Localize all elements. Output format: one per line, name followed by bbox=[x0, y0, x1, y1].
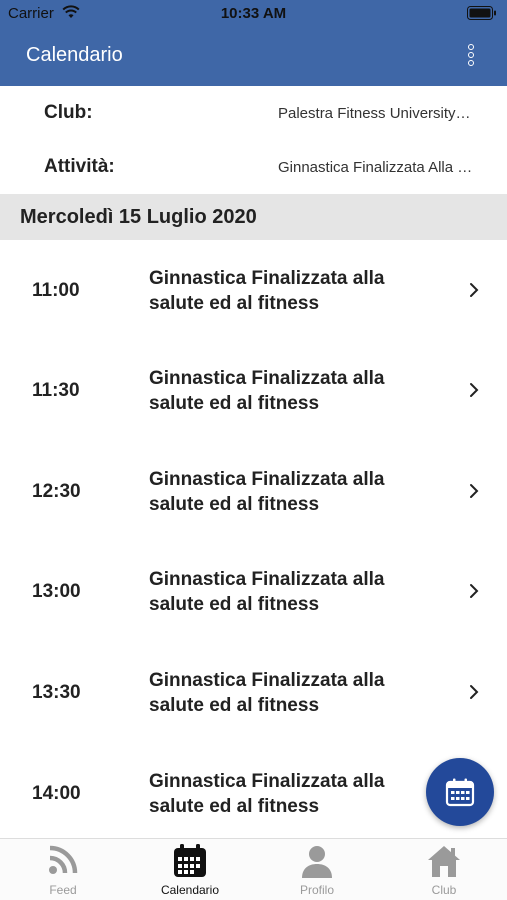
tab-calendario[interactable]: Calendario bbox=[127, 839, 253, 900]
session-title: Ginnastica Finalizzata alla salute ed al… bbox=[149, 368, 385, 414]
club-label: Club: bbox=[44, 102, 93, 123]
activity-label: Attività: bbox=[44, 156, 115, 177]
calendar-icon bbox=[127, 844, 253, 883]
session-row[interactable]: 11:30 Ginnastica Finalizzata alla salute… bbox=[0, 340, 507, 440]
tab-profilo[interactable]: Profilo bbox=[254, 839, 380, 900]
more-options-dot bbox=[468, 44, 474, 50]
date-header: Mercoledì 15 Luglio 2020 bbox=[0, 194, 507, 240]
more-options-button[interactable] bbox=[465, 42, 477, 72]
battery-icon bbox=[467, 6, 497, 25]
session-row[interactable]: 11:00 Ginnastica Finalizzata alla salute… bbox=[0, 240, 507, 340]
club-value[interactable]: Palestra Fitness University… bbox=[278, 105, 487, 122]
calendar-icon bbox=[445, 778, 475, 807]
more-options-dot bbox=[468, 52, 474, 58]
session-row[interactable]: 13:00 Ginnastica Finalizzata alla salute… bbox=[0, 541, 507, 641]
chevron-right-icon bbox=[469, 684, 479, 705]
date-label: Mercoledì 15 Luglio 2020 bbox=[20, 206, 257, 228]
chevron-right-icon bbox=[469, 583, 479, 604]
session-time: 14:00 bbox=[32, 783, 81, 804]
club-filter[interactable]: Club: Palestra Fitness University… bbox=[0, 86, 507, 140]
app-bar: Calendario bbox=[0, 28, 507, 86]
activity-filter[interactable]: Attività: Ginnastica Finalizzata Alla … bbox=[0, 140, 507, 194]
page-title: Calendario bbox=[26, 44, 123, 66]
clock: 10:33 AM bbox=[220, 5, 287, 22]
tab-club[interactable]: Club bbox=[381, 839, 507, 900]
session-title: Ginnastica Finalizzata alla salute ed al… bbox=[149, 771, 385, 817]
session-time: 13:00 bbox=[32, 581, 81, 602]
activity-value[interactable]: Ginnastica Finalizzata Alla … bbox=[278, 159, 487, 176]
tab-feed[interactable]: Feed bbox=[0, 839, 126, 900]
session-time: 13:30 bbox=[32, 682, 81, 703]
session-time: 12:30 bbox=[32, 481, 81, 502]
session-list[interactable]: 11:00 Ginnastica Finalizzata alla salute… bbox=[0, 240, 507, 838]
chevron-right-icon bbox=[469, 282, 479, 303]
chevron-right-icon bbox=[469, 483, 479, 504]
session-time: 11:00 bbox=[32, 280, 80, 301]
session-row[interactable]: 12:30 Ginnastica Finalizzata alla salute… bbox=[0, 441, 507, 541]
calendar-fab-button[interactable] bbox=[426, 758, 494, 826]
more-options-dot bbox=[468, 60, 474, 66]
session-title: Ginnastica Finalizzata alla salute ed al… bbox=[149, 268, 385, 314]
chevron-right-icon bbox=[469, 382, 479, 403]
home-icon bbox=[381, 844, 507, 883]
session-title: Ginnastica Finalizzata alla salute ed al… bbox=[149, 670, 385, 716]
session-row[interactable]: 13:30 Ginnastica Finalizzata alla salute… bbox=[0, 642, 507, 742]
status-bar: Carrier 10:33 AM bbox=[0, 0, 507, 28]
tab-profilo-label: Profilo bbox=[299, 883, 334, 897]
profile-icon bbox=[254, 844, 380, 883]
tab-calendario-label: Calendario bbox=[160, 883, 220, 897]
session-time: 11:30 bbox=[32, 380, 80, 401]
feed-icon bbox=[0, 844, 126, 881]
tab-bar: Feed Calendario Profilo Club bbox=[0, 838, 507, 900]
tab-club-label: Club bbox=[431, 883, 457, 897]
session-title: Ginnastica Finalizzata alla salute ed al… bbox=[149, 569, 385, 615]
session-title: Ginnastica Finalizzata alla salute ed al… bbox=[149, 469, 385, 515]
tab-feed-label: Feed bbox=[49, 883, 77, 897]
